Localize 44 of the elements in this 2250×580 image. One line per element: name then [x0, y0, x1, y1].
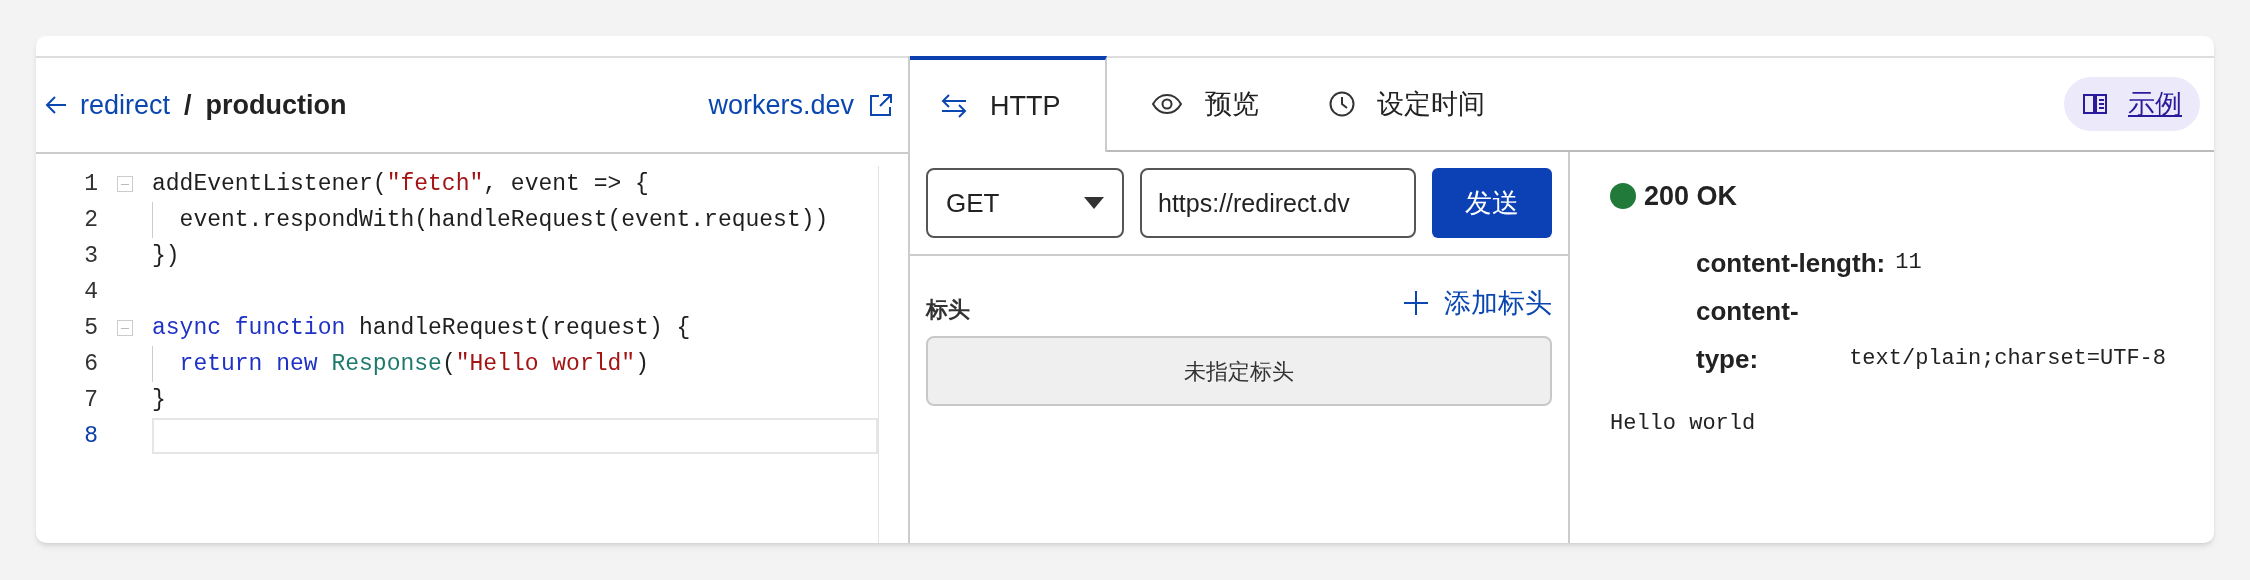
add-header-link[interactable]: 添加标头 [1404, 282, 1552, 324]
book-icon [2082, 92, 2108, 116]
code-line: event.respondWith(handleRequest(event.request)) [178, 205, 829, 235]
back-link[interactable]: redirect [44, 84, 171, 126]
clock-icon [1328, 91, 1355, 117]
code-line: }) [152, 241, 180, 271]
response-header-value: text/plain;charset=UTF-8 [1849, 344, 2166, 373]
code-line: async function handleRequest(request) { [152, 313, 691, 343]
examples-button[interactable]: 示例 [2064, 77, 2200, 131]
line-number: 4 [83, 277, 98, 307]
code-line: addEventListener("fetch", event => { [152, 169, 649, 199]
eye-icon [1150, 93, 1183, 115]
method-select[interactable]: GET [926, 168, 1124, 238]
back-arrow-icon [44, 94, 68, 116]
plus-icon [1404, 291, 1428, 315]
line-number: 8 [83, 421, 98, 451]
line-number: 3 [83, 241, 98, 271]
fold-toggle[interactable] [117, 320, 133, 336]
line-number: 6 [83, 349, 98, 379]
send-button[interactable]: 发送 [1432, 168, 1552, 238]
fold-toggle[interactable] [117, 176, 133, 192]
response-body: Hello world [1610, 409, 1757, 438]
dropdown-caret-icon [1084, 197, 1104, 209]
line-number: 7 [83, 385, 98, 415]
headers-label: 标头 [926, 295, 970, 324]
line-number: 2 [83, 205, 98, 235]
line-number: 5 [83, 313, 98, 343]
line-number: 1 [83, 169, 98, 199]
code-line: } [152, 385, 166, 415]
tab[interactable]: 预览 [1106, 56, 1285, 152]
url-field[interactable]: https://redirect.dv [1140, 168, 1416, 238]
status-text: 200 OK [1644, 180, 1738, 213]
breadcrumb-separator: / [184, 88, 192, 122]
response-header-name: content-type: [1696, 294, 1800, 376]
workers-link[interactable]: workers.dev [708, 84, 900, 126]
environment-name: production [205, 88, 347, 122]
swap-arrows-icon [940, 94, 968, 118]
code-line: return new Response("Hello world") [178, 349, 649, 379]
tab[interactable]: HTTP [910, 56, 1107, 152]
response-header-name: content-length: [1696, 246, 1886, 280]
empty-headers-box: 未指定标头 [926, 336, 1552, 406]
tab[interactable]: 设定时间 [1284, 56, 1511, 152]
response-header-value: 11 [1895, 248, 1922, 277]
external-link-icon [868, 92, 894, 118]
